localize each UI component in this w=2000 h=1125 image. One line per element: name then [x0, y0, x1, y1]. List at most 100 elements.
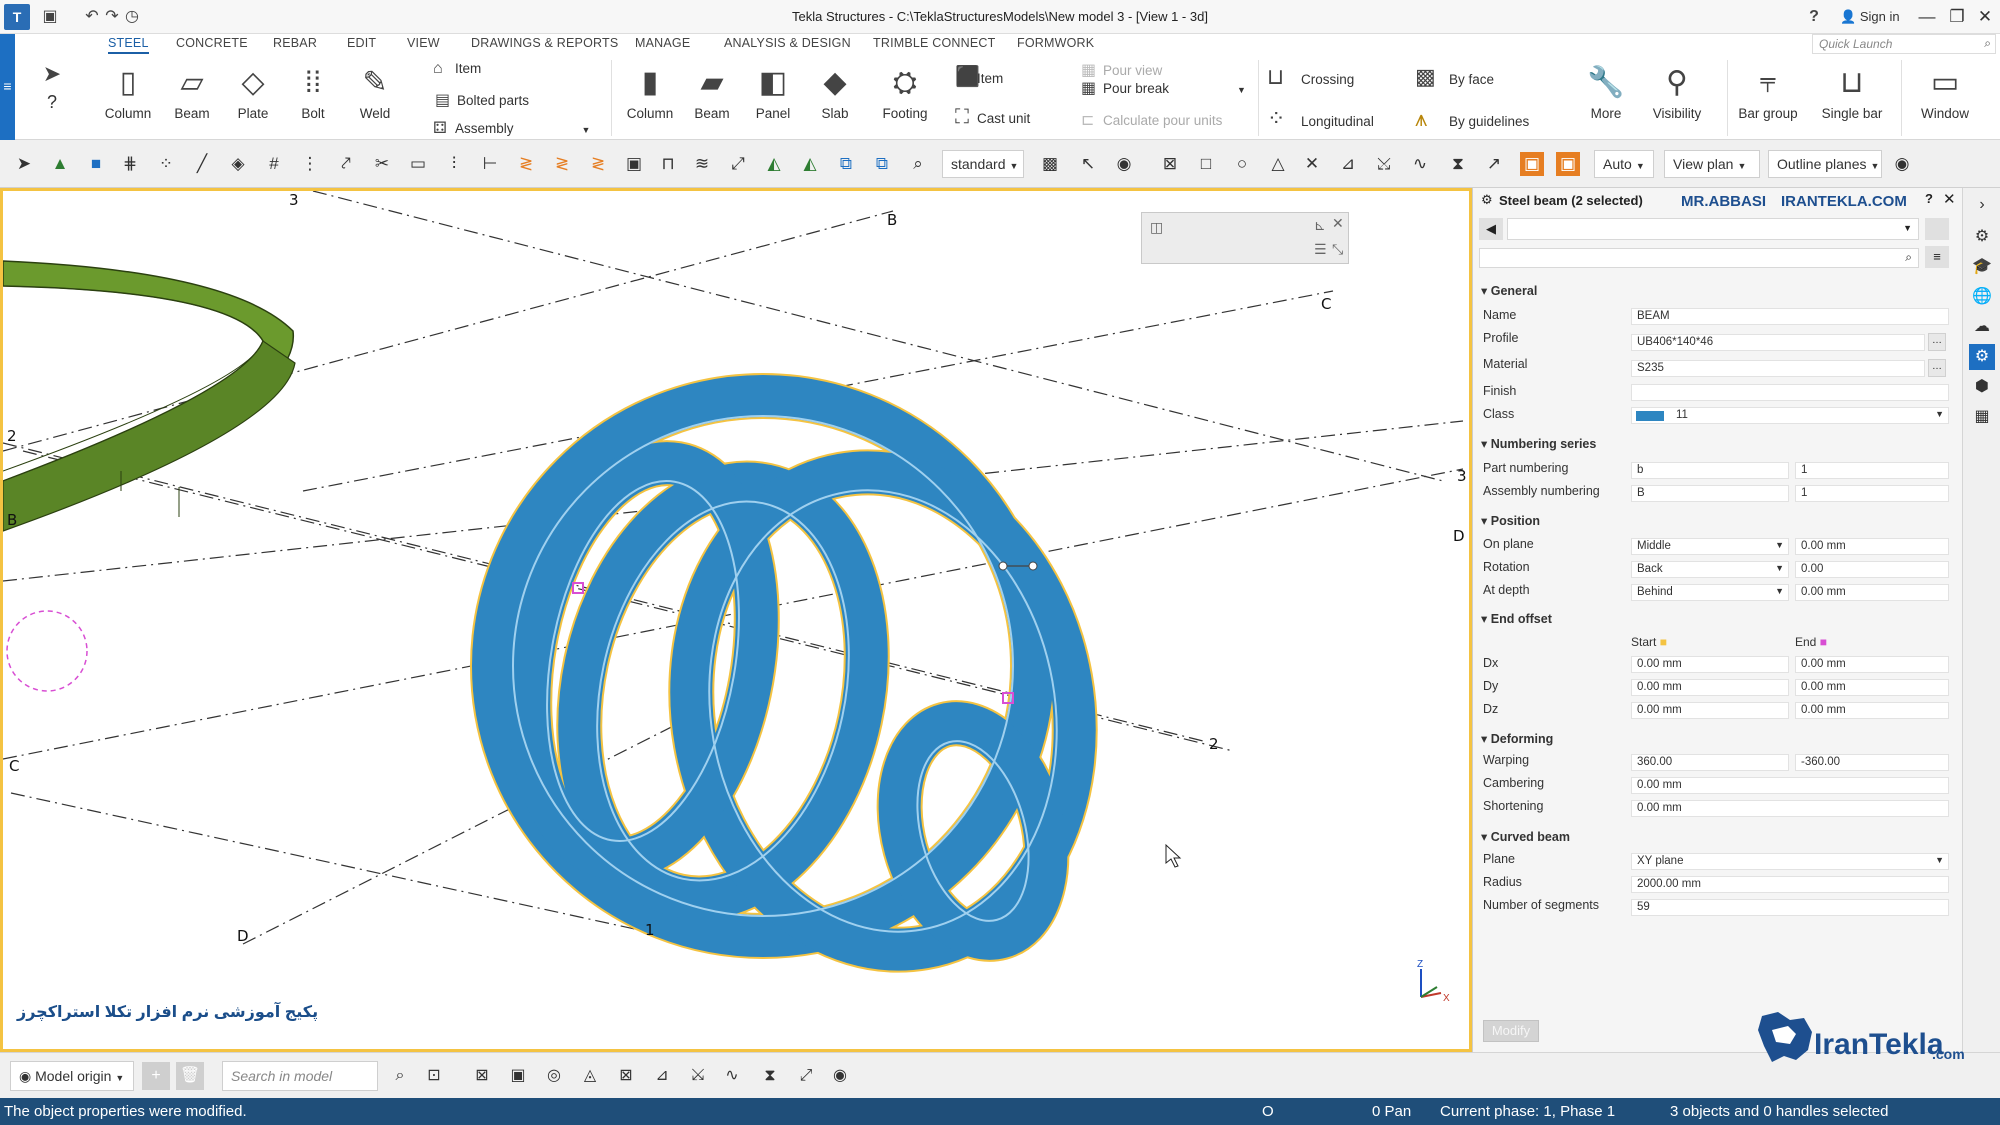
warping-start-field[interactable]: 360.00 [1631, 754, 1789, 771]
snap-extension-icon[interactable]: ⤩ [686, 1064, 710, 1088]
single-bar-button[interactable]: ⊔ Single bar [1817, 64, 1887, 121]
assembly-start-field[interactable]: 1 [1795, 485, 1949, 502]
visibility-button[interactable]: ⚲ Visibility [1647, 64, 1707, 121]
item-button[interactable]: ⌂ Item [433, 60, 481, 78]
bolted-parts-button[interactable]: ▤ Bolted parts [435, 90, 529, 110]
snap-free-icon[interactable]: ↗ [1482, 152, 1506, 176]
tab-edit[interactable]: EDIT [347, 36, 376, 50]
snap-any-position-icon[interactable]: ∿ [1408, 152, 1432, 176]
beam-handle-end[interactable] [1028, 561, 1038, 571]
snap-intersection-icon[interactable]: ✕ [1300, 152, 1324, 176]
select-objects-in-components-icon[interactable]: ◭ [762, 152, 786, 176]
tab-analysis-design[interactable]: ANALYSIS & DESIGN [724, 36, 851, 50]
property-menu-button[interactable]: ≡ [1925, 246, 1949, 268]
snap-reference-icon[interactable]: ⊠ [470, 1064, 494, 1088]
work-plane-dropdown[interactable]: ◉ Model origin ▼ [10, 1061, 134, 1091]
expand-icon[interactable]: ⤡ [1332, 241, 1343, 258]
material-browse-button[interactable]: … [1928, 359, 1946, 377]
cast-unit-button[interactable]: ⛶ Cast unit [955, 106, 1030, 129]
list-icon[interactable]: ☰ [1314, 241, 1327, 258]
sign-in-link[interactable]: 👤 Sign in [1840, 9, 1900, 25]
snap-perpendicular-icon[interactable]: ⊿ [650, 1064, 674, 1088]
on-plane-offset-field[interactable]: 0.00 mm [1795, 538, 1949, 555]
outline-planes-dropdown[interactable]: Outline planes ▼ [1768, 150, 1882, 178]
snap-nearest-icon[interactable]: ⧗ [758, 1064, 782, 1088]
view-plane-dropdown[interactable]: View plan ▼ [1664, 150, 1760, 178]
longitudinal-rebar-button[interactable]: ⁘ Longitudinal [1267, 106, 1374, 132]
snap-center-icon[interactable]: ◎ [542, 1064, 566, 1088]
profile-field[interactable]: UB406*140*46 [1631, 334, 1925, 351]
bolt-button[interactable]: ⁞⁞ Bolt [291, 64, 335, 121]
material-field[interactable]: S235 [1631, 360, 1925, 377]
search-in-model-input[interactable]: Search in model [222, 1061, 378, 1091]
chevron-right-icon[interactable]: › [1969, 192, 1995, 218]
select-measure-icon[interactable]: ⤢ [726, 152, 750, 176]
plane-dropdown[interactable]: XY plane ▼ [1631, 853, 1949, 870]
curved-steel-beams[interactable] [470, 373, 1112, 980]
tab-view[interactable]: VIEW [407, 36, 440, 50]
class-dropdown[interactable]: 11 ▼ [1631, 407, 1949, 424]
tab-drawings-reports[interactable]: DRAWINGS & REPORTS [471, 36, 618, 50]
calculate-pour-units-button[interactable]: ⊏ Calculate pour units [1081, 110, 1222, 130]
section-general[interactable]: ▾ General [1481, 283, 1537, 298]
model-view-3d[interactable]: 3 B C 2 3 B D 2 C D 1 ◫ ⊾ ✕ ☰ ⤡ پکیج آمو… [0, 188, 1472, 1052]
select-layers-icon[interactable]: ≋ [690, 152, 714, 176]
select-cuts-icon[interactable]: ◈ [226, 152, 250, 176]
select-surfaces-icon[interactable]: ■ [84, 152, 108, 176]
dx-start-field[interactable]: 0.00 mm [1631, 656, 1789, 673]
snap-free-icon[interactable]: ⤢ [794, 1064, 818, 1088]
section-curved-beam[interactable]: ▾ Curved beam [1481, 829, 1570, 844]
shortening-field[interactable]: 0.00 mm [1631, 800, 1949, 817]
display-eye-icon[interactable]: ◉ [828, 1064, 852, 1088]
snap-intersection-icon[interactable]: ⊠ [614, 1064, 638, 1088]
assembly-prefix-field[interactable]: B [1631, 485, 1789, 502]
tab-concrete[interactable]: CONCRETE [176, 36, 248, 50]
property-search-input[interactable]: ⌕ [1479, 248, 1919, 268]
end-point-marker[interactable] [572, 582, 584, 594]
tab-steel[interactable]: STEEL [108, 36, 149, 54]
quick-launch-input[interactable]: Quick Launch ⌕ [1812, 34, 1996, 54]
snap-geometry-icon[interactable]: □ [1194, 152, 1218, 176]
add-button[interactable]: + [142, 1062, 170, 1090]
select-rebar-sets-icon[interactable]: ≷ [550, 152, 574, 176]
snap-reference-lines-icon[interactable]: ⊠ [1158, 152, 1182, 176]
select-objects-in-assemblies-icon[interactable]: ◭ [798, 152, 822, 176]
select-rebar-icon[interactable]: ≷ [514, 152, 538, 176]
snap-midpoint-icon[interactable]: ◬ [578, 1064, 602, 1088]
at-depth-dropdown[interactable]: Behind ▼ [1631, 584, 1789, 601]
select-pour-breaks-icon[interactable]: ⊓ [656, 152, 680, 176]
concrete-item-button[interactable]: ⬛Item [955, 64, 1003, 89]
name-field[interactable]: BEAM [1631, 308, 1949, 325]
back-button[interactable]: ◀ [1479, 218, 1503, 240]
zoom-select-icon[interactable]: ⌕ [906, 152, 930, 176]
pan-indicator[interactable]: 0 Pan [1372, 1103, 1411, 1120]
select-point-icon[interactable]: ↖ [1076, 152, 1100, 176]
properties-icon[interactable]: ⚙ [1969, 344, 1995, 370]
steel-beam-button[interactable]: ▱ Beam [167, 64, 217, 121]
close-button[interactable]: ✕ [1970, 4, 2000, 30]
select-tool-button[interactable]: ➤? [37, 60, 67, 113]
window-button[interactable]: ▭ Window [1915, 64, 1975, 121]
select-gridlines-icon[interactable]: ⋮ [298, 152, 322, 176]
crossing-rebar-button[interactable]: ⊔ Crossing [1267, 64, 1354, 90]
saved-settings-dropdown[interactable]: ▼ [1507, 218, 1919, 240]
selection-filter-dropdown[interactable]: standard ▼ [942, 150, 1024, 178]
radius-field[interactable]: 2000.00 mm [1631, 876, 1949, 893]
search-icon[interactable]: ⌕ [388, 1064, 412, 1088]
dx-end-field[interactable]: 0.00 mm [1795, 656, 1949, 673]
snap-reference-points-icon[interactable]: ▣ [1520, 152, 1544, 176]
model-canvas[interactable] [3, 191, 1469, 1049]
pour-break-button[interactable]: ▦ Pour break ▼ [1081, 78, 1246, 98]
select-grids-icon[interactable]: # [262, 152, 286, 176]
section-numbering[interactable]: ▾ Numbering series [1481, 436, 1596, 451]
dy-end-field[interactable]: 0.00 mm [1795, 679, 1949, 696]
section-end-offset[interactable]: ▾ End offset [1481, 611, 1552, 626]
dy-start-field[interactable]: 0.00 mm [1631, 679, 1789, 696]
ortho-indicator[interactable]: O [1262, 1103, 1274, 1120]
by-face-button[interactable]: ▩ By face [1415, 64, 1494, 90]
plane-depth-dropdown[interactable]: Auto ▼ [1594, 150, 1654, 178]
current-phase[interactable]: Current phase: 1, Phase 1 [1440, 1103, 1615, 1120]
select-views-icon[interactable]: ▭ [406, 152, 430, 176]
tab-manage[interactable]: MANAGE [635, 36, 690, 50]
dz-start-field[interactable]: 0.00 mm [1631, 702, 1789, 719]
